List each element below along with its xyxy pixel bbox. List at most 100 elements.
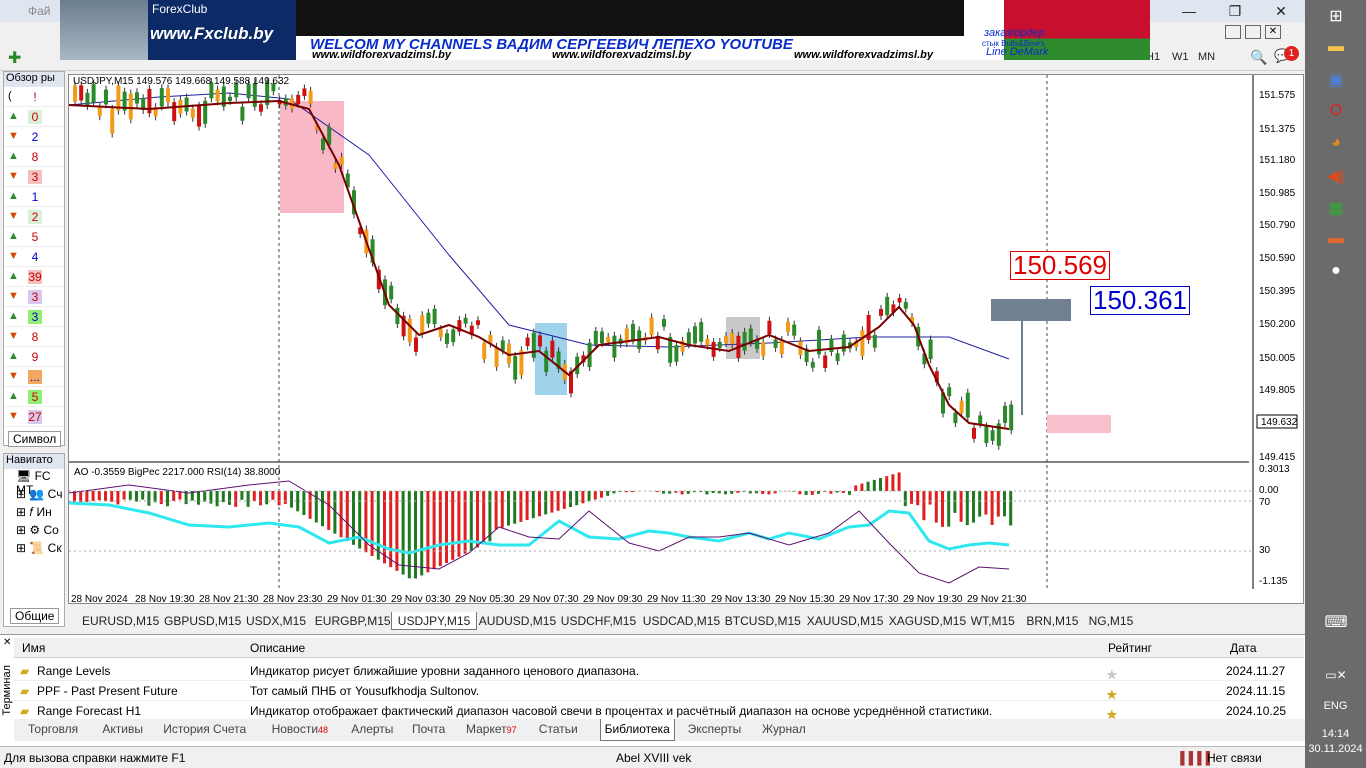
language-indicator[interactable]: ENG [1305,700,1366,712]
chart-tab[interactable]: AUDUSD,M15 [473,612,562,630]
nav-item-experts[interactable]: ⊞ ⚙ Со [4,523,64,541]
price-chart[interactable]: 151.575 151.375 151.180 150.985 150.790 150.5… [68,75,1305,605]
terminal-tab[interactable]: Активы [102,722,143,736]
market-row[interactable]: ▼ 3 [4,167,64,187]
ao-bar [221,491,225,503]
candle-body [438,329,443,338]
ao-bar [941,491,944,527]
terminal-tab[interactable]: Почта [412,722,445,736]
market-row[interactable]: ▼ 2 [4,207,64,227]
notification-badge[interactable]: 1 [1284,46,1299,61]
app-icon[interactable]: ▬ [1324,230,1348,252]
chart-tab[interactable]: WT,M15 [965,612,1021,630]
chart-tab[interactable]: EURUSD,M15 [76,612,165,630]
library-row[interactable]: ▰ Range Forecast H1 Индикатор отображает ф… [14,701,1286,722]
terminal-tab-label: История Счета [163,722,247,736]
library-row[interactable]: ▰ Range Levels Индикатор рисует ближайшие … [14,661,1285,682]
market-row[interactable]: ▲ 5 [4,387,64,407]
chart-window[interactable]: 151.575 151.375 151.180 150.985 150.790 150.5… [68,74,1305,605]
market-row[interactable]: ▼ 27 [4,407,64,427]
ao-bar [395,491,399,571]
terminal-tab[interactable]: История Счета [163,722,246,736]
chart-tab[interactable]: BRN,M15 [1020,612,1084,630]
market-row[interactable]: ▼ 4 [4,247,64,267]
market-row[interactable]: ▼ 8 [4,327,64,347]
level-red-label[interactable]: 150.569 [1010,251,1110,280]
terminal-close-icon[interactable]: ✕ [3,637,11,648]
col-rating[interactable]: Рейтинг [1108,641,1152,655]
terminal-tab[interactable]: Маркет97 [466,722,517,736]
menu-file[interactable]: Фай [28,4,51,18]
terminal-tab[interactable]: Алерты [351,722,393,736]
new-chart-icon[interactable]: ✚ [8,48,21,68]
level-blue-label[interactable]: 150.361 [1090,286,1190,315]
restore-icon[interactable]: ❐ [1212,0,1258,22]
calculator-icon[interactable]: ▦ [1324,198,1348,220]
chart-tab[interactable]: USDCAD,M15 [637,612,726,630]
market-row[interactable]: ▲ 39 [4,267,64,287]
tab-symbols[interactable]: Символ [8,431,62,447]
market-row[interactable]: ▼ 3 [4,287,64,307]
col-name[interactable]: Имя [22,641,45,655]
keyboard-icon[interactable]: ⌨ [1324,612,1348,634]
chart-close-icon[interactable]: ✕ [1265,25,1281,39]
ad-banner[interactable]: ForexClub www.Fxclub.by WELCOM MY CHANNE… [60,0,1150,60]
chart-tabs-bar: EURUSD,M15 GBPUSD,M15 USDX,M15 EURGBP,M15 US… [68,611,1304,631]
chart-tab[interactable]: GBPUSD,M15 [158,612,247,630]
search-icon[interactable]: 🔍 [1250,49,1267,66]
market-row[interactable]: ▲ 9 [4,347,64,367]
chart-tab[interactable]: USDCHF,M15 [555,612,642,630]
chart-tab[interactable]: NG,M15 [1083,612,1140,630]
record-icon[interactable]: ● [1324,262,1348,284]
candle-body [947,387,952,397]
nav-item-indicators[interactable]: ⊞ 𝑓 Ин [4,505,64,523]
windows-start-icon[interactable]: ⊞ [1324,6,1348,28]
nav-item-scripts[interactable]: ⊞ 📜 Ск [4,541,64,559]
nav-item-root[interactable]: 🖥 FC MT [4,469,64,497]
timeframe-mn[interactable]: MN [1198,51,1215,63]
nav-item-accounts[interactable]: ⊞ 👥 Сч [4,487,64,505]
clock-time[interactable]: 14:14 [1305,728,1366,740]
chart-tab[interactable]: XAUUSD,M15 [801,612,890,630]
paint-icon[interactable]: ◕ [1324,134,1348,156]
chart-tab[interactable]: XAGUSD,M15 [883,612,972,630]
clock-date[interactable]: 30.11.2024 [1305,743,1366,755]
library-row[interactable]: ▰ PPF - Past Present Future Тот самый ПНБ … [14,681,1285,702]
market-row[interactable]: ▲ 8 [4,147,64,167]
outlook-icon[interactable]: ▣ [1324,70,1348,92]
chart-tab[interactable]: BTCUSD,M15 [719,612,807,630]
terminal-tab[interactable]: Эксперты [688,722,742,736]
minimize-icon[interactable]: — [1166,0,1212,22]
chart-tab[interactable]: EURGBP,M15 [309,612,397,630]
chart-tab[interactable]: USDJPY,M15 [390,612,478,630]
chart-minimize-icon[interactable] [1225,25,1241,39]
terminal-tab[interactable]: Журнал [762,722,806,736]
timeframe-w1[interactable]: W1 [1172,51,1189,63]
network-icon[interactable]: ▭✕ [1324,668,1348,690]
close-icon[interactable]: ✕ [1258,0,1304,22]
market-row[interactable]: ▲ 5 [4,227,64,247]
terminal-tab[interactable]: Статьи [539,722,578,736]
folder-icon[interactable]: ▬ [1324,38,1348,60]
banner-dark-strip [296,0,964,36]
market-row[interactable]: ▲ 3 [4,307,64,327]
tab-common[interactable]: Общие [10,608,60,624]
arrow-down-icon: ▼ [8,250,19,262]
candle-body [953,412,958,424]
market-row[interactable]: ▲ 0 [4,107,64,127]
ao-bar [860,483,864,491]
col-desc[interactable]: Описание [250,641,305,655]
status-profile: Abel XVIII vek [616,751,692,765]
chart-restore-icon[interactable] [1245,25,1261,39]
opera-icon[interactable]: O [1324,102,1348,124]
ao-bar [215,491,219,507]
col-date[interactable]: Дата [1230,641,1257,655]
terminal-tab[interactable]: Библиотека [599,719,675,741]
market-row[interactable]: ▼... [4,367,64,387]
terminal-tab[interactable]: Торговля [28,722,78,736]
chart-tab[interactable]: USDX,M15 [240,612,312,630]
speaker-icon[interactable]: ◀) [1324,166,1348,188]
market-row[interactable]: ▲ 1 [4,187,64,207]
market-row[interactable]: ▼ 2 [4,127,64,147]
terminal-tab[interactable]: Новости48 [272,722,328,736]
